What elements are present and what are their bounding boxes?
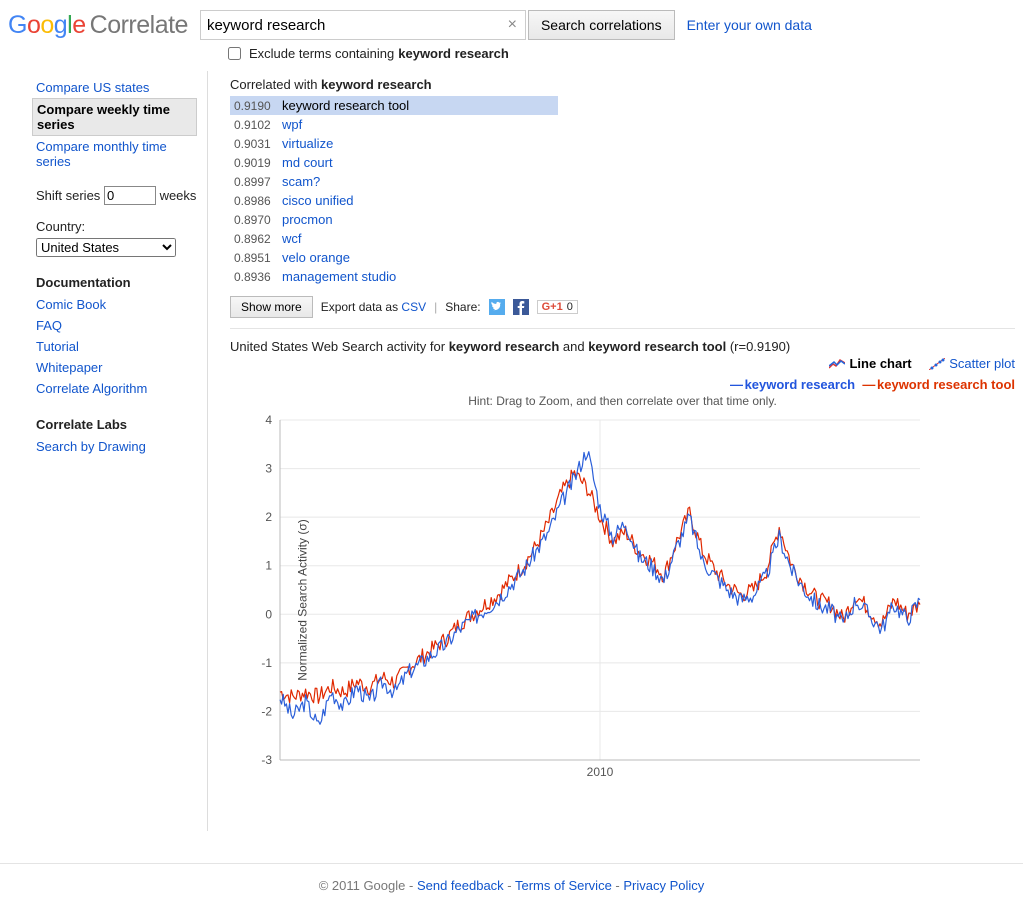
result-coef: 0.8986: [234, 194, 282, 208]
country-select[interactable]: United States: [36, 238, 176, 257]
result-coef: 0.9019: [234, 156, 282, 170]
result-term[interactable]: keyword research tool: [282, 98, 409, 113]
doc-link-4[interactable]: Correlate Algorithm: [36, 378, 197, 399]
result-term[interactable]: wpf: [282, 117, 302, 132]
search-input[interactable]: [201, 17, 500, 34]
result-term[interactable]: procmon: [282, 212, 333, 227]
google-plus-button[interactable]: G+10: [537, 300, 578, 314]
facebook-icon[interactable]: [513, 299, 529, 315]
search-correlations-button[interactable]: Search correlations: [528, 10, 675, 40]
svg-text:4: 4: [265, 413, 272, 427]
shift-label-post: weeks: [160, 188, 197, 203]
result-coef: 0.9190: [234, 99, 282, 113]
footer: © 2011 Google - Send feedback - Terms of…: [0, 863, 1023, 917]
tab-line-chart[interactable]: Line chart: [829, 356, 911, 371]
results-heading: Correlated with keyword research: [230, 77, 1015, 92]
result-coef: 0.8970: [234, 213, 282, 227]
doc-link-1[interactable]: FAQ: [36, 315, 197, 336]
svg-text:2: 2: [265, 510, 272, 524]
doc-link-2[interactable]: Tutorial: [36, 336, 197, 357]
result-coef: 0.8997: [234, 175, 282, 189]
y-axis-label: Normalized Search Activity (σ): [296, 519, 310, 680]
result-row[interactable]: 0.8970procmon: [230, 210, 558, 229]
show-more-button[interactable]: Show more: [230, 296, 313, 318]
exclude-row: Exclude terms containing keyword researc…: [228, 44, 1023, 71]
search-box[interactable]: ×: [200, 10, 526, 40]
result-coef: 0.9102: [234, 118, 282, 132]
svg-text:2010: 2010: [587, 765, 614, 779]
tab-scatter-plot[interactable]: Scatter plot: [929, 356, 1015, 371]
clear-icon[interactable]: ×: [500, 16, 525, 34]
labs-heading: Correlate Labs: [36, 417, 197, 432]
result-term[interactable]: scam?: [282, 174, 320, 189]
svg-text:1: 1: [265, 558, 272, 572]
documentation-heading: Documentation: [36, 275, 197, 290]
enter-own-data-link[interactable]: Enter your own data: [687, 17, 812, 33]
share-label: Share:: [445, 300, 480, 314]
result-coef: 0.8962: [234, 232, 282, 246]
scatter-plot-icon: [929, 358, 945, 370]
result-term[interactable]: cisco unified: [282, 193, 354, 208]
result-row[interactable]: 0.9102wpf: [230, 115, 558, 134]
line-chart-icon: [829, 358, 845, 370]
result-term[interactable]: wcf: [282, 231, 302, 246]
shift-series-input[interactable]: [104, 186, 156, 205]
result-row[interactable]: 0.8951velo orange: [230, 248, 558, 267]
svg-text:-1: -1: [261, 655, 272, 669]
header: Google Correlate × Search correlations E…: [0, 0, 1023, 44]
export-label: Export data as: [321, 300, 402, 314]
exclude-checkbox[interactable]: [228, 47, 241, 60]
sidebar-nav-1[interactable]: Compare weekly time series: [32, 98, 197, 136]
main: Correlated with keyword research 0.9190k…: [208, 71, 1015, 790]
result-coef: 0.8936: [234, 270, 282, 284]
result-term[interactable]: velo orange: [282, 250, 350, 265]
send-feedback-link[interactable]: Send feedback: [417, 878, 504, 893]
chart-legend: — keyword research — keyword research to…: [230, 377, 1015, 392]
result-row[interactable]: 0.8997scam?: [230, 172, 558, 191]
line-chart[interactable]: Normalized Search Activity (σ) -3 -2 -1 0 1 2…: [230, 410, 930, 790]
svg-text:-3: -3: [261, 753, 272, 767]
svg-text:0: 0: [265, 607, 272, 621]
result-row[interactable]: 0.8962wcf: [230, 229, 558, 248]
result-row[interactable]: 0.9031virtualize: [230, 134, 558, 153]
export-csv-link[interactable]: CSV: [401, 300, 426, 314]
exclude-label-pre: Exclude terms containing: [249, 46, 394, 61]
svg-text:-2: -2: [261, 704, 272, 718]
results-toolbar: Show more Export data as CSV | Share: G+…: [230, 296, 1015, 318]
result-coef: 0.8951: [234, 251, 282, 265]
result-row[interactable]: 0.9190keyword research tool: [230, 96, 558, 115]
chart-hint: Hint: Drag to Zoom, and then correlate o…: [230, 394, 1015, 408]
sidebar-nav-0[interactable]: Compare US states: [36, 77, 197, 98]
labs-link-0[interactable]: Search by Drawing: [36, 436, 197, 457]
result-row[interactable]: 0.9019md court: [230, 153, 558, 172]
result-coef: 0.9031: [234, 137, 282, 151]
privacy-link[interactable]: Privacy Policy: [623, 878, 704, 893]
twitter-icon[interactable]: [489, 299, 505, 315]
sidebar: Compare US statesCompare weekly time ser…: [8, 71, 208, 831]
result-term[interactable]: management studio: [282, 269, 396, 284]
result-row[interactable]: 0.8936management studio: [230, 267, 558, 286]
country-label: Country:: [36, 219, 85, 234]
svg-text:3: 3: [265, 461, 272, 475]
doc-link-0[interactable]: Comic Book: [36, 294, 197, 315]
doc-link-3[interactable]: Whitepaper: [36, 357, 197, 378]
sidebar-nav-2[interactable]: Compare monthly time series: [36, 136, 197, 172]
results-list: 0.9190keyword research tool0.9102wpf0.90…: [230, 96, 558, 286]
shift-label-pre: Shift series: [36, 188, 100, 203]
result-term[interactable]: md court: [282, 155, 333, 170]
chart-description: United States Web Search activity for ke…: [230, 339, 1015, 354]
exclude-term: keyword research: [398, 46, 509, 61]
terms-link[interactable]: Terms of Service: [515, 878, 612, 893]
result-row[interactable]: 0.8986cisco unified: [230, 191, 558, 210]
google-correlate-logo: Google Correlate: [8, 11, 188, 40]
result-term[interactable]: virtualize: [282, 136, 333, 151]
